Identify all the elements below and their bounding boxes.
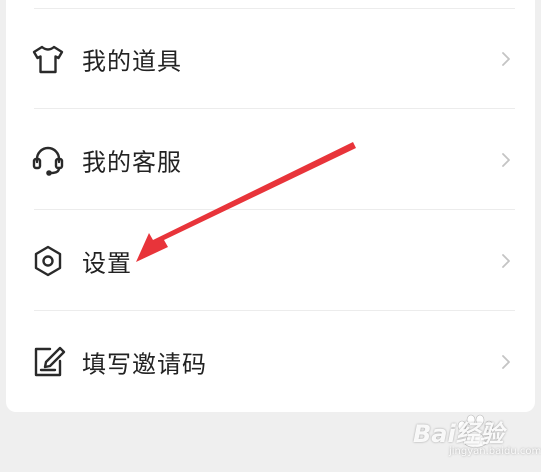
- menu-item-label: 设置: [82, 249, 132, 277]
- menu-item-my-service[interactable]: 我的客服: [6, 109, 535, 210]
- menu-item-label: 填写邀请码: [82, 350, 207, 378]
- baidu-jingyan-watermark: Bai经验 jingyan.baidu.com: [405, 406, 541, 466]
- hexagon-gear-icon: [30, 243, 66, 279]
- watermark-brand: Bai经验: [413, 420, 504, 448]
- chevron-right-icon: [497, 353, 515, 371]
- menu-item-label: 我的客服: [82, 148, 182, 176]
- chevron-right-icon: [497, 151, 515, 169]
- menu-item-my-props[interactable]: 我的道具: [6, 8, 535, 109]
- menu-item-invite-code[interactable]: 填写邀请码: [6, 311, 535, 412]
- tshirt-icon: [30, 41, 66, 77]
- chevron-right-icon: [497, 50, 515, 68]
- menu-item-settings[interactable]: 设置: [6, 210, 535, 311]
- edit-note-icon: [30, 344, 66, 380]
- watermark-url: jingyan.baidu.com: [449, 446, 541, 457]
- menu-item-label: 我的道具: [82, 47, 182, 75]
- chevron-right-icon: [497, 252, 515, 270]
- headset-icon: [30, 142, 66, 178]
- menu-card: 我的道具 我的客服 设置 填写邀请码: [6, 0, 535, 412]
